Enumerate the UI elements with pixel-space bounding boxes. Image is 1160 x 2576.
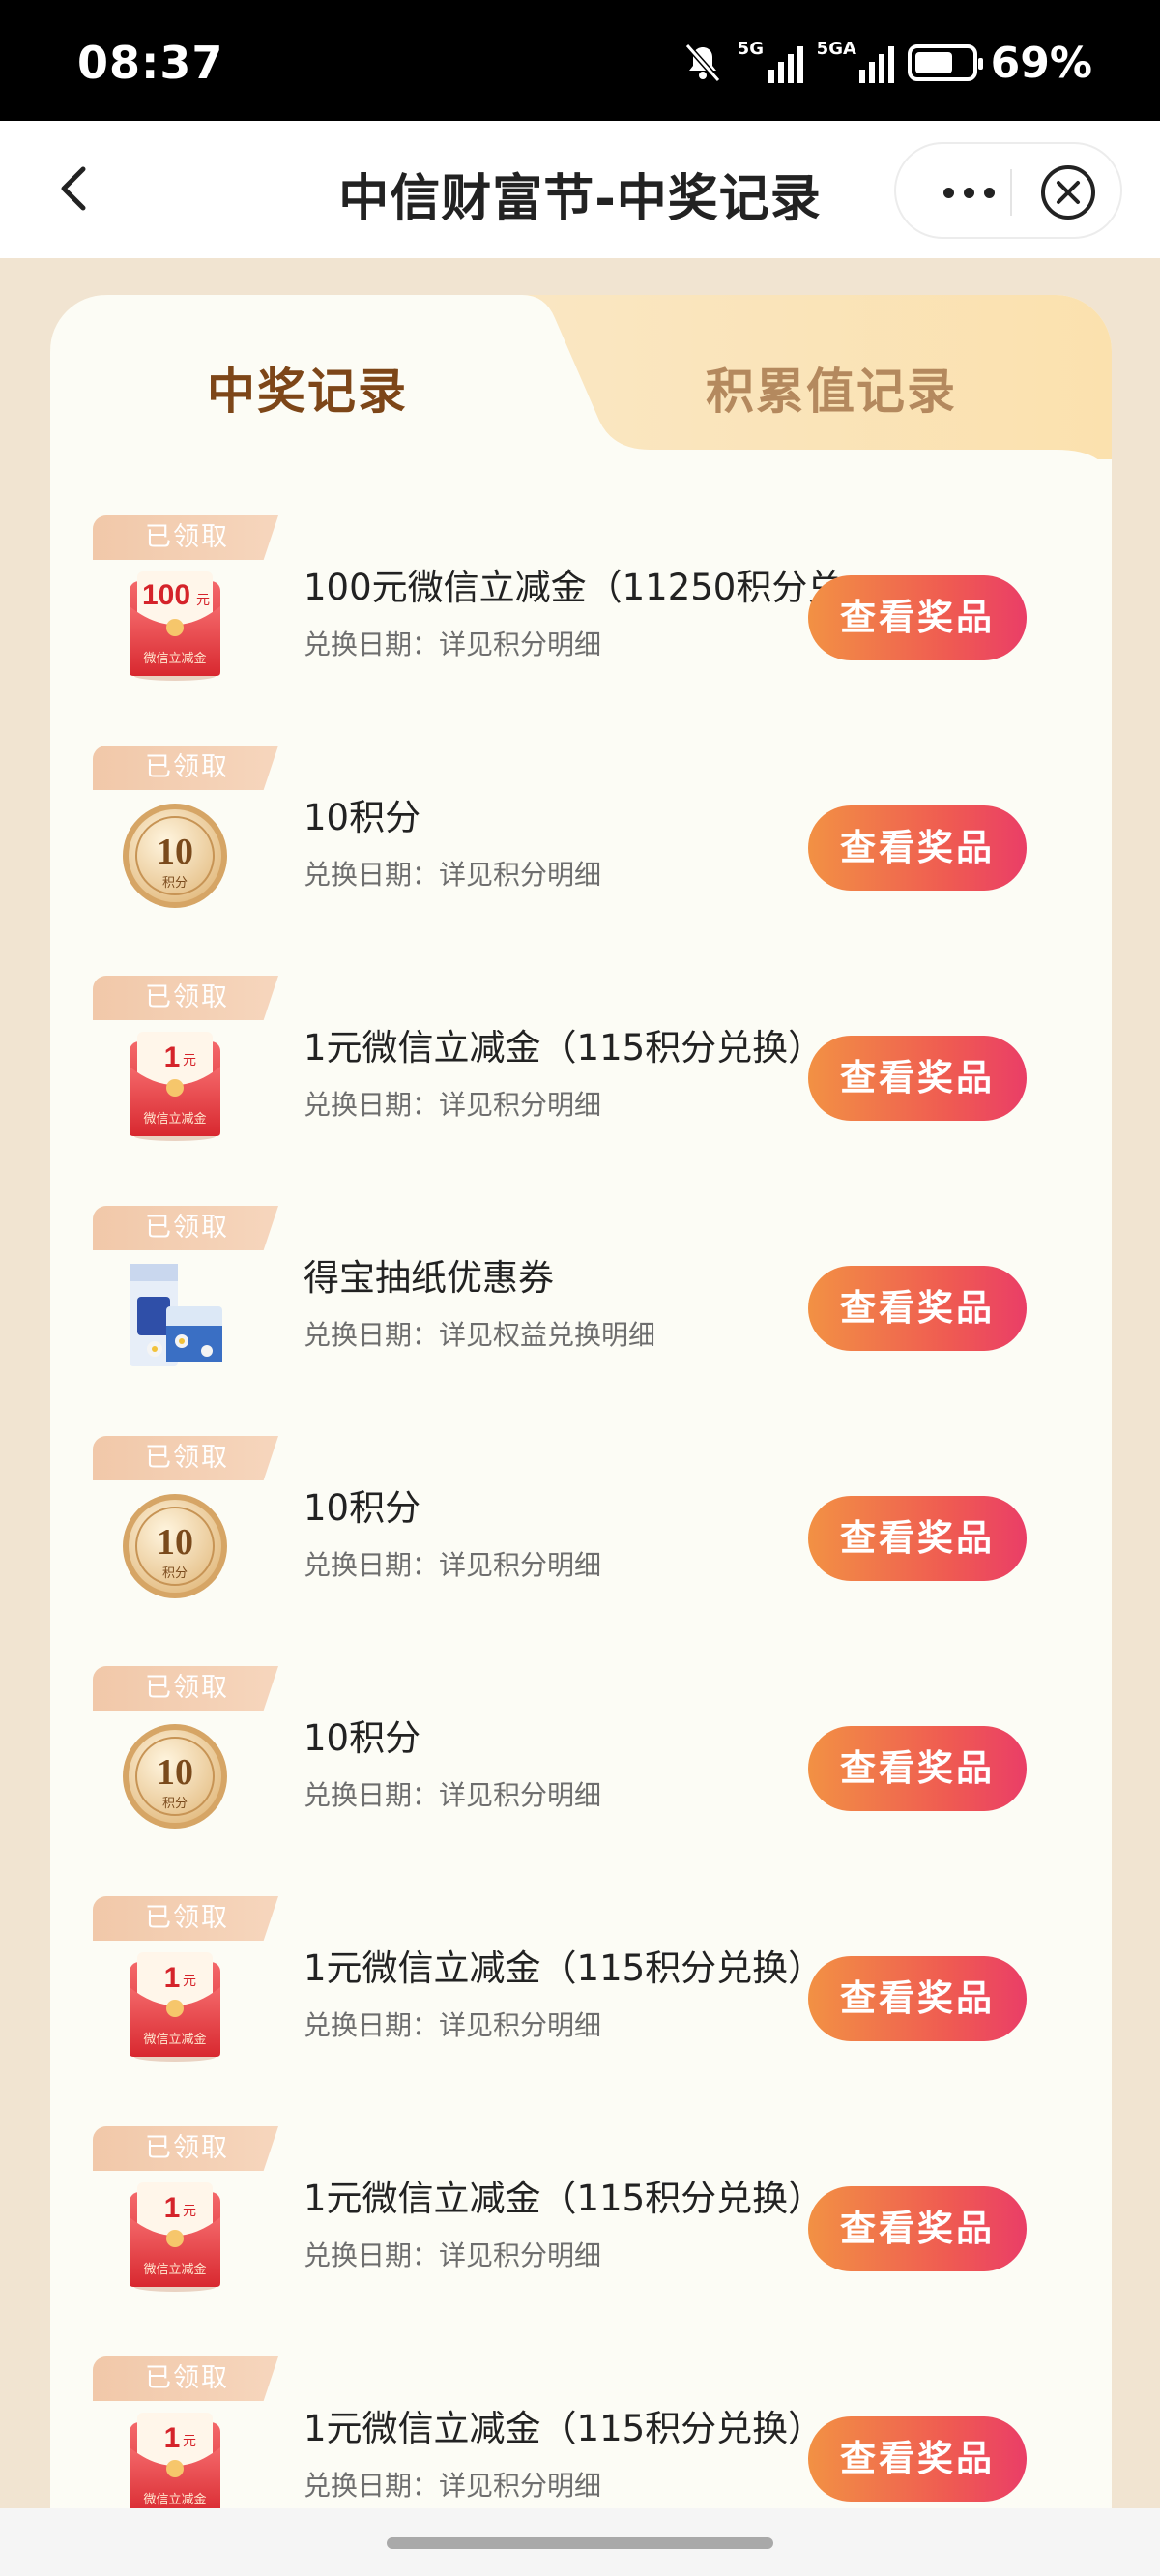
view-prize-button[interactable]: 查看奖品 [808,1036,1027,1121]
records-card: 中奖记录 积累值记录 已领取 100 元 微信立减金 100元微信立减金（112… [50,295,1112,2576]
svg-text:1: 1 [164,2192,181,2224]
claimed-status-tag: 已领取 [93,1896,278,1941]
status-icons: 5G 5GA 69% [682,38,1092,88]
svg-text:元: 元 [183,2434,196,2449]
view-prize-button[interactable]: 查看奖品 [808,805,1027,891]
prize-list-item: 已领取 得宝抽纸优惠券 兑换日期：详见权益兑换明细 查看奖品 [50,1206,1112,1436]
prize-list-item: 已领取 10 积分 10积分 兑换日期：详见积分明细 查看奖品 [50,746,1112,976]
claimed-status-tag: 已领取 [93,976,278,1020]
prize-name: 100元微信立减金（11250积分兑换） [304,567,884,608]
exchange-date: 兑换日期：详见积分明细 [304,2470,602,2502]
exchange-date: 兑换日期：详见积分明细 [304,1549,602,1581]
view-prize-button[interactable]: 查看奖品 [808,2416,1027,2502]
prize-name: 1元微信立减金（115积分兑换） [304,1947,825,1989]
svg-text:微信立减金: 微信立减金 [143,2262,206,2277]
view-prize-button[interactable]: 查看奖品 [808,1726,1027,1811]
prize-name: 10积分 [304,1717,421,1759]
prize-name: 10积分 [304,797,421,838]
svg-text:1: 1 [164,2422,181,2454]
claimed-status-tag: 已领取 [93,515,278,560]
claimed-status-tag: 已领取 [93,746,278,790]
svg-text:微信立减金: 微信立减金 [143,1111,206,1127]
prize-list-item: 已领取 1 元 微信立减金 1元微信立减金（115积分兑换） 兑换日期：详见积分… [50,2126,1112,2356]
svg-text:元: 元 [183,1053,196,1068]
svg-text:10: 10 [157,1522,193,1563]
gesture-bar [0,2508,1160,2576]
claimed-status-tag: 已领取 [93,2126,278,2171]
svg-text:元: 元 [183,2204,196,2219]
view-prize-button[interactable]: 查看奖品 [808,575,1027,660]
exchange-date: 兑换日期：详见积分明细 [304,2239,602,2271]
svg-text:元: 元 [196,593,210,608]
battery-icon [907,44,983,81]
bell-muted-icon [684,44,720,82]
network-type-label: 5G [737,39,764,59]
cellular-signal-icon: 5GA [817,39,894,83]
prize-list-item: 已领取 1 元 微信立减金 1元微信立减金（115积分兑换） 兑换日期：详见积分… [50,1896,1112,2126]
tab-winning-records[interactable]: 中奖记录 [207,353,408,423]
svg-text:元: 元 [183,1974,196,1989]
prize-name: 10积分 [304,1487,421,1529]
exchange-date: 兑换日期：详见积分明细 [304,1779,602,1811]
view-prize-button[interactable]: 查看奖品 [808,1956,1027,2041]
points-coin-icon: 10 积分 [122,1718,228,1834]
wechat-coupon-1-icon: 1 元 微信立减金 [122,2179,228,2295]
prize-list-item: 已领取 100 元 微信立减金 100元微信立减金（11250积分兑换） 兑换日… [50,515,1112,746]
svg-text:积分: 积分 [162,876,188,891]
prize-name: 1元微信立减金（115积分兑换） [304,1027,825,1068]
home-indicator[interactable] [387,2537,773,2549]
tissue-product-icon [122,1258,228,1374]
view-prize-button[interactable]: 查看奖品 [808,1266,1027,1351]
tab-accumulated-records[interactable]: 积累值记录 [706,353,957,423]
claimed-status-tag: 已领取 [93,1206,278,1250]
claimed-status-tag: 已领取 [93,2356,278,2401]
nav-bar: 中信财富节-中奖记录 [0,121,1160,258]
view-prize-button[interactable]: 查看奖品 [808,1496,1027,1581]
prize-list-item: 已领取 1 元 微信立减金 1元微信立减金（115积分兑换） 兑换日期：详见积分… [50,976,1112,1206]
capsule-divider [1010,169,1012,216]
exchange-date: 兑换日期：详见积分明细 [304,629,602,660]
status-bar: 08:37 5G 5GA 69% [0,0,1160,121]
svg-text:积分: 积分 [162,1566,188,1581]
close-icon[interactable] [1039,163,1097,221]
wechat-coupon-1-icon: 1 元 微信立减金 [122,1948,228,2064]
prize-list-item: 已领取 10 积分 10积分 兑换日期：详见积分明细 查看奖品 [50,1436,1112,1666]
battery-fill [914,52,953,73]
svg-text:10: 10 [157,832,193,872]
wechat-coupon-100-icon: 100 元 微信立减金 [122,568,228,684]
exchange-date: 兑换日期：详见权益兑换明细 [304,1319,656,1351]
svg-text:积分: 积分 [162,1797,188,1811]
claimed-status-tag: 已领取 [93,1436,278,1480]
tab-bar: 中奖记录 积累值记录 [50,295,1112,459]
network-type-label: 5GA [816,39,856,59]
points-coin-icon: 10 积分 [122,1488,228,1604]
exchange-date: 兑换日期：详见积分明细 [304,859,602,891]
battery-percentage: 69% [990,38,1092,88]
svg-text:100: 100 [142,579,190,611]
svg-text:微信立减金: 微信立减金 [143,2032,206,2047]
svg-text:微信立减金: 微信立减金 [143,2492,206,2507]
exchange-date: 兑换日期：详见积分明细 [304,1089,602,1121]
prize-name: 1元微信立减金（115积分兑换） [304,2408,825,2449]
status-time: 08:37 [77,37,224,89]
wechat-coupon-1-icon: 1 元 微信立减金 [122,1028,228,1144]
miniprogram-capsule [894,142,1122,239]
claimed-status-tag: 已领取 [93,1666,278,1711]
cellular-signal-icon: 5G [738,39,803,83]
more-options-icon[interactable] [925,165,1012,220]
prize-name: 得宝抽纸优惠券 [304,1257,554,1299]
prize-list-item: 已领取 10 积分 10积分 兑换日期：详见积分明细 查看奖品 [50,1666,1112,1896]
wechat-coupon-1-icon: 1 元 微信立减金 [122,2409,228,2525]
view-prize-button[interactable]: 查看奖品 [808,2186,1027,2271]
svg-text:1: 1 [164,1962,181,1994]
prize-name: 1元微信立减金（115积分兑换） [304,2178,825,2219]
exchange-date: 兑换日期：详见积分明细 [304,2009,602,2041]
svg-text:微信立减金: 微信立减金 [143,651,206,666]
svg-text:1: 1 [164,1041,181,1073]
prize-list: 已领取 100 元 微信立减金 100元微信立减金（11250积分兑换） 兑换日… [50,515,1112,2576]
svg-text:10: 10 [157,1752,193,1793]
points-coin-icon: 10 积分 [122,798,228,914]
